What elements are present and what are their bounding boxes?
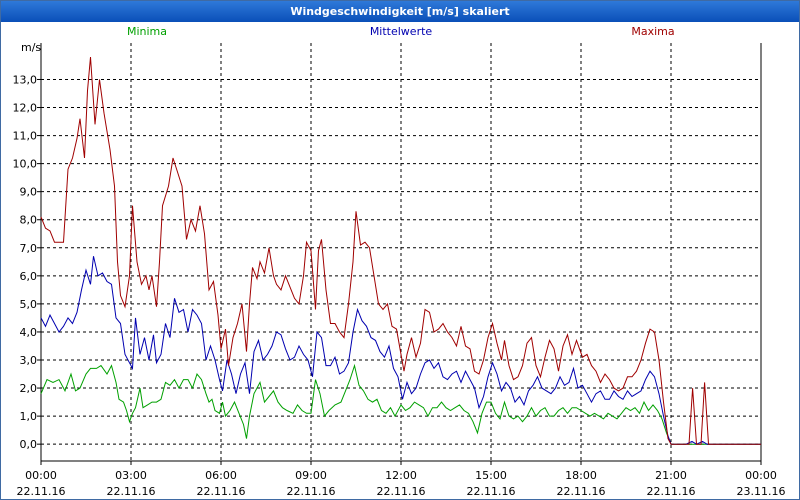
y-tick-label: 7,0 [20,242,38,255]
y-tick-label: 9,0 [20,186,38,199]
y-tick-label: 2,0 [20,382,38,395]
x-tick-date: 22.11.16 [17,485,66,498]
chart-title-bar: Windgeschwindigkeit [m/s] skaliert [1,1,799,22]
tick-labels: 0,0 1,0 2,0 3,0 4,0 5,0 6,0 7,0 8,0 9,0 10,0 11,0 12… [13,41,786,498]
y-tick-label: 1,0 [20,410,38,423]
x-tick-date: 22.11.16 [647,485,696,498]
legend-entry-mittelwerte: Mittelwerte [370,25,433,38]
x-tick-time: 09:00 [295,469,327,482]
y-tick-label: 0,0 [20,438,38,451]
y-axis-unit-label: m/s [21,41,41,54]
legend-entry-maxima: Maxima [631,25,674,38]
y-tick-label: 12,0 [13,102,38,115]
axes [37,43,762,465]
x-tick-time: 00:00 [25,469,57,482]
y-tick-label: 11,0 [13,130,38,143]
x-tick-date: 22.11.16 [107,485,156,498]
x-tick-time: 15:00 [475,469,507,482]
x-tick-time: 03:00 [115,469,147,482]
y-tick-label: 6,0 [20,270,38,283]
x-tick-date: 22.11.16 [377,485,426,498]
y-tick-label: 5,0 [20,298,38,311]
y-tick-label: 4,0 [20,326,38,339]
x-tick-date: 23.11.16 [737,485,786,498]
legend-entry-minima: Minima [127,25,167,38]
chart: 0,0 1,0 2,0 3,0 4,0 5,0 6,0 7,0 8,0 9,0 10,0 11,0 12… [13,25,786,498]
x-tick-date: 22.11.16 [197,485,246,498]
x-tick-date: 22.11.16 [467,485,516,498]
x-tick-date: 22.11.16 [287,485,336,498]
y-tick-label: 13,0 [13,73,38,86]
x-tick-time: 06:00 [205,469,237,482]
series-line-minima [40,363,761,445]
x-tick-time: 12:00 [385,469,417,482]
x-tick-time: 00:00 [745,469,777,482]
y-tick-label: 3,0 [20,354,38,367]
chart-title: Windgeschwindigkeit [m/s] skaliert [290,5,510,18]
x-tick-time: 18:00 [565,469,597,482]
grid-lines [41,43,761,461]
y-tick-label: 10,0 [13,158,38,171]
x-tick-time: 21:00 [655,469,687,482]
y-tick-label: 8,0 [20,214,38,227]
legend: Minima Mittelwerte Maxima [127,25,675,38]
chart-window: Windgeschwindigkeit [m/s] skaliert 0,0 1,… [0,0,800,500]
x-tick-date: 22.11.16 [557,485,606,498]
